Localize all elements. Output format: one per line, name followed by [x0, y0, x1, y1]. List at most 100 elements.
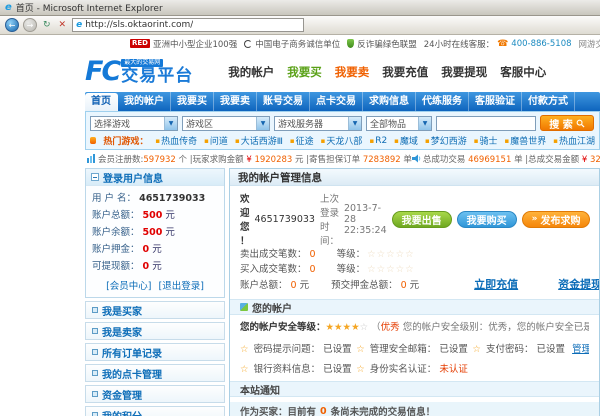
search-input[interactable]	[436, 116, 536, 131]
chevron-down-icon: ▼	[164, 117, 177, 130]
hot-game-link[interactable]: ▪ 热血传奇	[155, 134, 197, 147]
security-item: ☆ 管理安全邮箱： 已设置	[356, 341, 472, 355]
notice-row: 作为买家：目前有0条尚未完成的交易信息！	[230, 402, 599, 416]
security-item-status: 未认证	[439, 364, 468, 375]
hot-game-link[interactable]: ▪ 大话西游Ⅲ	[235, 134, 283, 147]
service-phone: 400-886-5108	[511, 39, 571, 49]
nav-tab[interactable]: 我要卖	[214, 92, 257, 111]
nav-tab[interactable]: 我的帐户	[118, 92, 171, 111]
hot-game-link[interactable]: ▪ R2	[369, 136, 387, 146]
hot-game-link[interactable]: ▪ 梦幻西游	[425, 134, 467, 147]
field-label: 账户总额：	[92, 210, 140, 221]
game-select[interactable]: 全部物品 ▼	[366, 116, 432, 131]
forward-button[interactable]: →	[23, 18, 37, 32]
service-label: 24小时在线客服：	[424, 38, 494, 50]
hot-game-label: 大话西游Ⅲ	[241, 134, 283, 147]
welcome-label: 欢迎您 ！	[240, 191, 250, 247]
account-field: 可提现额： 0 元	[92, 258, 218, 275]
sold-label: 卖出成交笔数：	[240, 249, 307, 260]
withdraw-link[interactable]: 资金提现	[558, 278, 600, 291]
hot-game-link[interactable]: ▪ 魔域	[394, 134, 418, 147]
hot-game-label: 热血江湖	[559, 134, 595, 147]
buy-unit: 元	[295, 155, 304, 165]
top-menu-item[interactable]: 我要提现	[441, 64, 487, 80]
sidebar-menu-item[interactable]: 我是卖家	[85, 322, 225, 340]
nav-tab[interactable]: 求购信息	[363, 92, 416, 111]
hot-game-link[interactable]: ▪ 问道	[204, 134, 228, 147]
account-link[interactable]: [会员中心]	[106, 281, 151, 292]
hot-game-label: 天龙八部	[326, 134, 362, 147]
account-links: [会员中心] [退出登录]	[92, 278, 218, 292]
field-value: 0	[143, 244, 150, 255]
stop-button[interactable]: ✕	[57, 20, 69, 30]
post-demand-button[interactable]: » 发布求购	[522, 211, 591, 228]
hot-games-row: 热门游戏： ▪ 热血传奇 ▪ 问道 ▪	[90, 134, 595, 147]
security-level-label: 您的帐户安全等级：	[240, 322, 326, 333]
top-menu-item[interactable]: 我要买	[287, 64, 322, 80]
stats-right: 总成功交易 46969151 单 |总成交易金额 ¥ 32963598 元	[412, 153, 600, 165]
top-menu: 我的帐户 我要买 我要卖 我要充值 我要提现 客服中心	[228, 64, 546, 80]
sidebar-menu-item[interactable]: 我的点卡管理	[85, 364, 225, 382]
address-bar[interactable]: e http://sls.oktaorint.com/	[72, 18, 304, 32]
user-info-header: 登录用户信息	[86, 169, 224, 186]
collapse-icon[interactable]	[91, 173, 99, 181]
chart-icon	[87, 154, 96, 163]
hot-game-link[interactable]: ▪ 热血江湖	[553, 134, 595, 147]
security-items-grid: ☆ 密码提示问题： 已设置 管理 ☆ 管理安全邮箱： 已设置	[240, 335, 589, 375]
stats-left: 会员注册数:597932 个 |玩家求购金额 ¥ 1920283 元 |寄售担保…	[87, 153, 412, 165]
sidebar-menu-item[interactable]: 资金管理	[85, 385, 225, 403]
manage-link[interactable]: 管理	[572, 344, 589, 355]
hot-game-link[interactable]: ▪ 骑士	[474, 134, 498, 147]
nav-tab[interactable]: 我要买	[171, 92, 214, 111]
user-info-body: 用 户 名： 4651739033 账户总额： 500 元	[86, 186, 224, 297]
account-link[interactable]: [退出登录]	[159, 281, 204, 292]
security-item-label: 管理安全邮箱：	[370, 344, 437, 355]
hot-icon	[90, 137, 96, 144]
sidebar-menu-item[interactable]: 所有订单记录	[85, 343, 225, 361]
sold-value: 0	[310, 249, 316, 260]
sidebar-menu-label: 我的积分	[102, 408, 142, 416]
sidebar-menu-label: 我是卖家	[102, 324, 142, 339]
nav-tab[interactable]: 客服验证	[469, 92, 522, 111]
top-menu-item[interactable]: 客服中心	[500, 64, 546, 80]
buy-label: |玩家求购金额	[190, 155, 244, 165]
service-hotline: 24小时在线客服： ☎ 400-886-5108	[424, 38, 572, 50]
hot-game-link[interactable]: ▪ 征途	[290, 134, 314, 147]
refresh-button[interactable]: ↻	[41, 20, 53, 30]
hot-game-label: 热血传奇	[161, 134, 197, 147]
nav-tab[interactable]: 账号交易	[257, 92, 310, 111]
nav-tab[interactable]: 首页	[85, 93, 118, 111]
panel-title: 我的帐户管理信息	[230, 169, 599, 186]
game-select[interactable]: 选择游戏 ▼	[90, 116, 178, 131]
forward-arrow-icon: →	[27, 21, 34, 30]
sidebar-menu-label: 资金管理	[102, 387, 142, 402]
buy-button[interactable]: 我要购买	[457, 211, 517, 228]
sold-grade-label: 等级：	[337, 249, 366, 260]
top-menu-item[interactable]: 我的帐户	[228, 64, 274, 80]
notice-section-title: 本站通知	[240, 382, 280, 397]
platform-reminder: 网游交易平台提醒您:请不要在游戏里	[579, 38, 600, 50]
game-select[interactable]: 游戏服务器 ▼	[274, 116, 362, 131]
balance-row: 账户总额：0元预交押金总额：0元立即充值资金提现	[240, 277, 589, 293]
sidebar: 登录用户信息 用 户 名： 4651739033	[85, 168, 225, 416]
security-item-label: 支付密码：	[486, 344, 534, 355]
back-button[interactable]: ←	[5, 18, 19, 32]
game-select[interactable]: 游戏区 ▼	[182, 116, 270, 131]
sell-button[interactable]: 我要出售	[392, 211, 452, 228]
top-menu-item[interactable]: 我要卖	[335, 64, 370, 80]
sidebar-menu-item[interactable]: 我的积分	[85, 406, 225, 416]
notice-prefix: 作为买家：目前有	[240, 404, 316, 416]
top-menu-item[interactable]: 我要充值	[382, 64, 428, 80]
content-area: 登录用户信息 用 户 名： 4651739033	[85, 168, 600, 416]
panel-body: 欢迎您 ！ 4651739033 上次登录时间： 2013-7-28 22:35…	[230, 186, 599, 416]
reg-value: 597932	[143, 155, 175, 165]
nav-tab[interactable]: 付款方式	[522, 92, 575, 111]
sidebar-menu-item[interactable]: 我是买家	[85, 301, 225, 319]
site-logo[interactable]: FC 最大的交易网 交易平台	[85, 59, 193, 85]
hot-game-link[interactable]: ▪ 魔兽世界	[504, 134, 546, 147]
nav-tab[interactable]: 点卡交易	[310, 92, 363, 111]
nav-tab[interactable]: 代练服务	[416, 92, 469, 111]
hot-game-link[interactable]: ▪ 天龙八部	[321, 134, 363, 147]
recharge-link[interactable]: 立即充值	[474, 278, 518, 291]
search-button[interactable]: 搜 索	[540, 115, 594, 131]
